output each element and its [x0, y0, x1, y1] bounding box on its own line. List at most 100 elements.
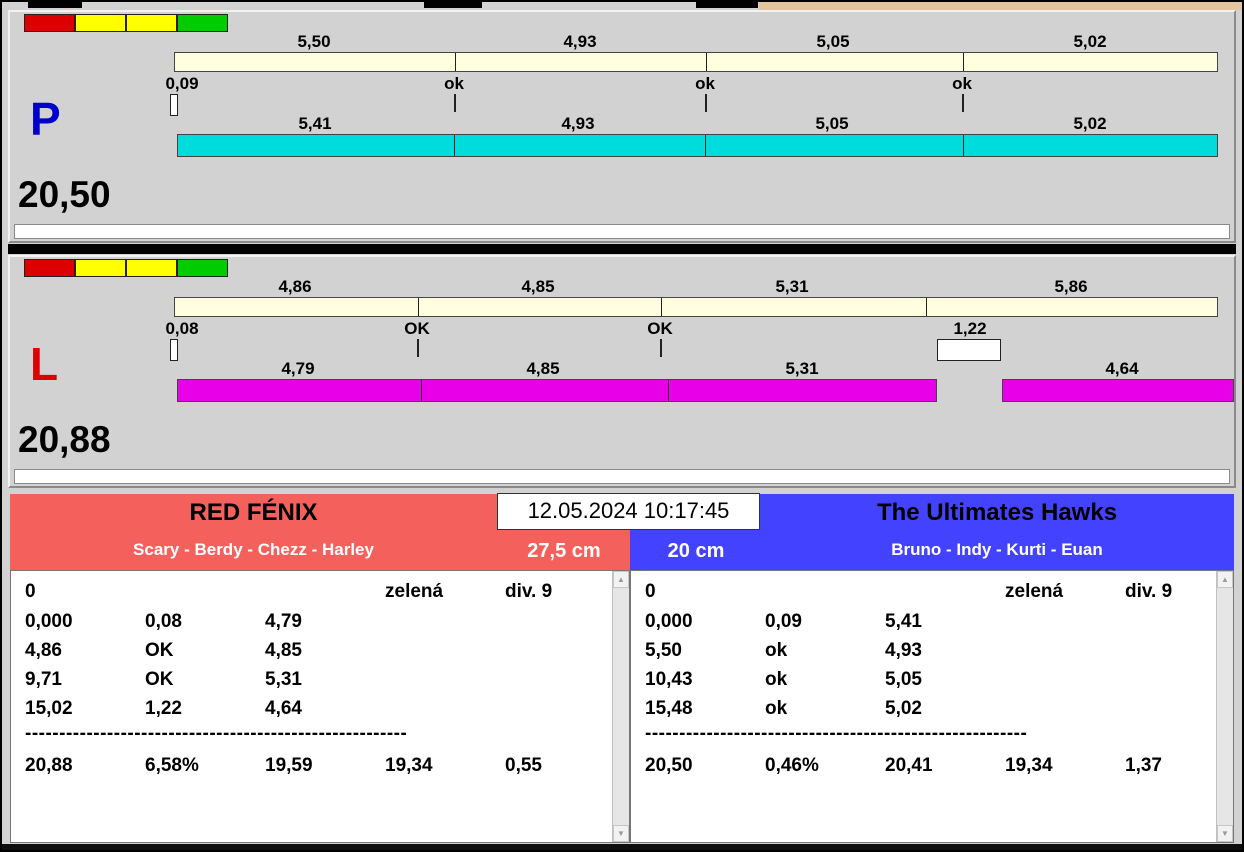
result-cell: 15,02: [25, 698, 73, 719]
lane-l-status-lights: [24, 259, 228, 277]
status-light-yellow-icon: [126, 14, 177, 32]
lane-l-run-bar-part1: [177, 379, 937, 402]
scrollbar[interactable]: ▲ ▼: [612, 571, 629, 842]
checkpoint-tick: [417, 339, 419, 357]
scrollbar[interactable]: ▲ ▼: [1216, 571, 1233, 842]
result-cell: 15,48: [645, 698, 693, 719]
lane-l-status-strip: [14, 469, 1230, 484]
result-row: 10,43 ok 5,05: [645, 669, 1005, 691]
segment-divider: [668, 380, 669, 401]
lane-p-run-bar: [177, 134, 1218, 157]
checkpoint-tick: [660, 339, 662, 357]
team-right-name: The Ultimates Hawks: [876, 499, 1118, 526]
result-cell: 0,000: [645, 611, 693, 632]
result-cell: ok: [765, 669, 788, 690]
datetime-display: 12.05.2024 10:17:45: [497, 493, 760, 530]
scroll-down-icon: ▼: [1221, 829, 1229, 838]
segment-divider: [418, 298, 419, 316]
lane-p-reference-bar: [174, 52, 1218, 72]
run-split-label: 4,85: [526, 359, 560, 378]
team-left-members: Scary - Berdy - Chezz - Harley: [133, 540, 374, 559]
result-cell: zelená: [385, 581, 444, 602]
status-light-yellow-icon: [75, 14, 126, 32]
run-split-label: 4,79: [281, 359, 315, 378]
lane-l-panel: 4,86 4,85 5,31 5,86 0,08 OK OK 1,22 4,79…: [8, 255, 1236, 488]
result-row: 9,71 OK 5,31: [25, 669, 385, 691]
segment-divider: [706, 53, 707, 71]
scroll-up-button[interactable]: ▲: [613, 571, 629, 588]
scroll-up-button[interactable]: ▲: [1217, 571, 1233, 588]
lane-p-total-time: 20,50: [18, 174, 111, 215]
lane-p-status-lights: [24, 14, 228, 32]
team-right-distance-badge: 20 cm: [667, 540, 725, 562]
ref-split-label: 5,86: [1054, 277, 1088, 296]
ref-split-label: 5,31: [775, 277, 809, 296]
result-cell: 10,43: [645, 669, 693, 690]
background-window-fragment-2: [424, 0, 482, 8]
checkpoint-label: OK: [647, 319, 673, 338]
result-row: 15,02 1,22 4,64: [25, 698, 385, 720]
start-offset-label: 0,09: [165, 74, 199, 93]
background-window-fragment-1: [28, 0, 82, 8]
result-cell: 4,86: [25, 640, 62, 661]
result-cell: 0,000: [25, 611, 73, 632]
team-right-results-area[interactable]: 0 zelená div. 9 0,000 0,09 5,41 5,50 ok 4,93 1…: [630, 570, 1234, 843]
result-cell: 4,85: [265, 640, 302, 661]
result-cell: 1,22: [145, 698, 182, 719]
scroll-down-button[interactable]: ▼: [1217, 825, 1233, 842]
result-row: 0,000 0,09 5,41: [645, 611, 1005, 633]
lane-l-reference-bar: [174, 297, 1218, 317]
checkpoint-label: ok: [952, 74, 972, 93]
result-cell: 19,34: [385, 755, 433, 776]
checkpoint-tick: [962, 94, 964, 112]
checkpoint-tick: [454, 94, 456, 112]
result-cell: OK: [145, 669, 174, 690]
penalty-label: 1,22: [953, 319, 987, 338]
status-light-yellow-icon: [126, 259, 177, 277]
team-right-members: Bruno - Indy - Kurti - Euan: [891, 540, 1103, 559]
scroll-up-icon: ▲: [617, 575, 625, 584]
run-split-label: 5,41: [298, 114, 332, 133]
lane-l-letter: L: [30, 338, 59, 390]
segment-divider: [455, 53, 456, 71]
start-marker-box: [170, 339, 178, 361]
totals-row: 20,50 0,46% 20,41 19,34 1,37: [645, 755, 1244, 777]
ref-split-label: 5,50: [297, 32, 331, 51]
scroll-down-icon: ▼: [617, 829, 625, 838]
checkpoint-label: OK: [404, 319, 430, 338]
team-left-name: RED FÉNIX: [189, 499, 318, 526]
results-header-row: 0 zelená div. 9: [645, 581, 1244, 603]
ref-split-label: 4,86: [278, 277, 312, 296]
result-cell: ok: [765, 640, 788, 661]
result-cell: 5,02: [885, 698, 922, 719]
result-cell: 0: [25, 581, 36, 602]
result-cell: 4,64: [265, 698, 302, 719]
result-cell: 0,46%: [765, 755, 819, 776]
lane-p-letter: P: [30, 93, 61, 145]
ref-split-label: 4,93: [563, 32, 597, 51]
result-cell: div. 9: [505, 581, 553, 602]
lane-l-total-time: 20,88: [18, 419, 111, 460]
lane-p-status-strip: [14, 224, 1230, 239]
scroll-up-icon: ▲: [1221, 575, 1229, 584]
start-marker-box: [170, 94, 178, 116]
segment-divider: [926, 298, 927, 316]
bottom-bar: [2, 844, 1242, 852]
background-window-fragment-3: [696, 0, 758, 8]
checkpoint-label: ok: [444, 74, 464, 93]
result-cell: 0,09: [765, 611, 802, 632]
run-split-label: 5,31: [785, 359, 819, 378]
segment-divider: [705, 135, 706, 156]
segment-divider: [963, 135, 964, 156]
result-cell: 5,31: [265, 669, 302, 690]
lane-divider: [8, 244, 1236, 254]
result-cell: 19,34: [1005, 755, 1053, 776]
result-cell: 0: [645, 581, 656, 602]
result-cell: 5,05: [885, 669, 922, 690]
run-split-label: 4,64: [1105, 359, 1139, 378]
run-split-label: 4,93: [561, 114, 595, 133]
run-split-label: 5,02: [1073, 114, 1107, 133]
scroll-down-button[interactable]: ▼: [613, 825, 629, 842]
start-offset-label: 0,08: [165, 319, 199, 338]
team-left-results-area[interactable]: 0 zelená div. 9 0,000 0,08 4,79 4,86 OK 4,85 9…: [10, 570, 630, 843]
